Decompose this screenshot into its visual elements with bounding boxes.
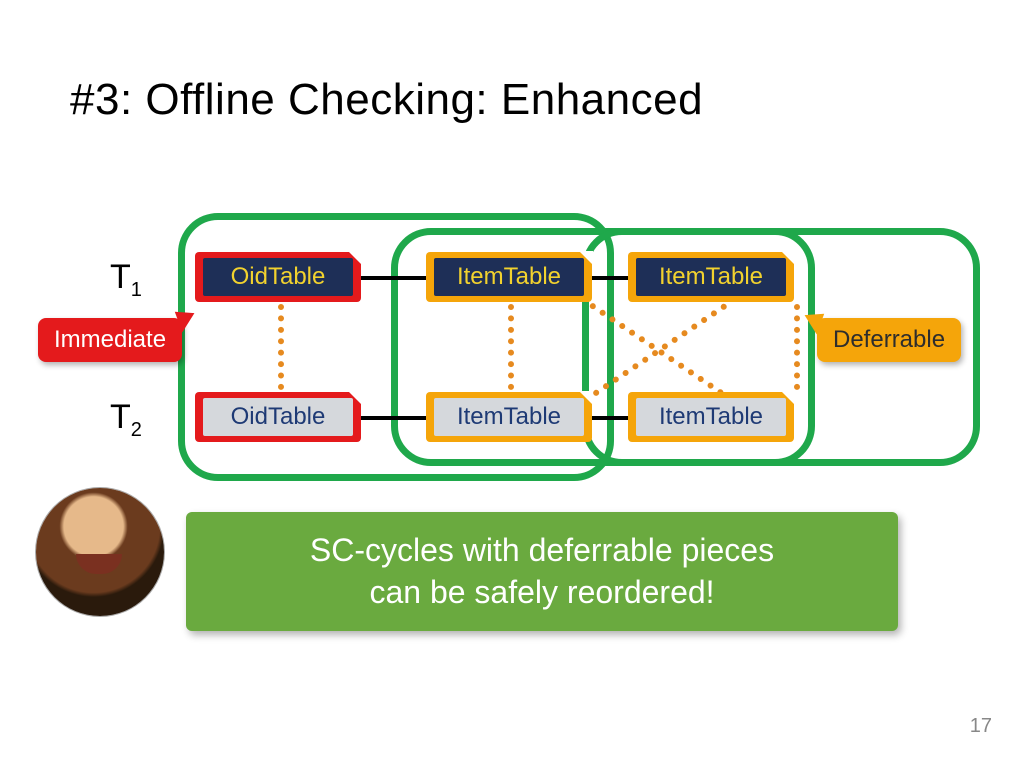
dotted-c1: [278, 304, 284, 390]
banner-line1: SC-cycles with deferrable pieces: [310, 532, 774, 568]
conn-r1-2-3: [590, 276, 632, 280]
banner-line2: can be safely reordered!: [369, 574, 714, 610]
dotted-c3: [794, 304, 800, 390]
node-label: ItemTable: [434, 398, 584, 436]
page-title: #3: Offline Checking: Enhanced: [70, 75, 703, 125]
row-label-t2: T2: [110, 398, 142, 442]
tag-deferrable: Deferrable: [817, 318, 961, 362]
node-r1c2-itemtable: ItemTable: [426, 252, 592, 302]
node-label: ItemTable: [434, 258, 584, 296]
banner-sc-cycles: SC-cycles with deferrable pieces can be …: [186, 512, 898, 631]
conn-r2-2-3: [590, 416, 632, 420]
page-number: 17: [970, 715, 992, 738]
row-label-t1: T1: [110, 258, 142, 302]
node-r1c1-oidtable: OidTable: [195, 252, 361, 302]
dotted-c2: [508, 304, 514, 390]
node-r1c3-itemtable: ItemTable: [628, 252, 794, 302]
node-label: ItemTable: [636, 398, 786, 436]
node-label: OidTable: [203, 398, 353, 436]
node-label: ItemTable: [636, 258, 786, 296]
conn-r2-1-2: [360, 416, 430, 420]
tag-immediate: Immediate: [38, 318, 182, 362]
avatar: [36, 488, 164, 616]
node-r2c3-itemtable: ItemTable: [628, 392, 794, 442]
conn-r1-1-2: [360, 276, 430, 280]
node-r2c2-itemtable: ItemTable: [426, 392, 592, 442]
node-r2c1-oidtable: OidTable: [195, 392, 361, 442]
node-label: OidTable: [203, 258, 353, 296]
